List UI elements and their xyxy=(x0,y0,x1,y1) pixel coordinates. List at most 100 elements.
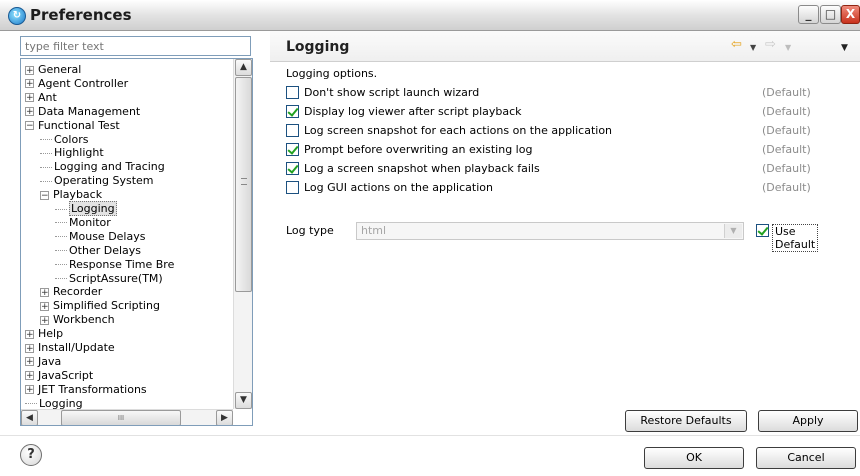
option-checkbox[interactable] xyxy=(286,181,299,194)
log-type-select[interactable]: html ▼ xyxy=(356,222,744,240)
tree-item[interactable]: + Workbench xyxy=(40,313,115,327)
close-button[interactable]: X xyxy=(841,5,860,24)
use-default-check[interactable] xyxy=(756,224,769,237)
tree-item[interactable]: Mouse Delays xyxy=(55,230,145,244)
tree-item[interactable]: + Ant xyxy=(25,91,57,105)
tree-item-label: Install/Update xyxy=(38,341,115,354)
tree-item-label: Highlight xyxy=(54,146,104,160)
hscroll-thumb[interactable]: III xyxy=(61,410,181,425)
forward-arrow-icon[interactable]: ⇨ xyxy=(765,38,776,52)
help-icon[interactable]: ? xyxy=(20,444,42,466)
expand-icon[interactable]: + xyxy=(25,79,34,89)
tree-item[interactable]: + Help xyxy=(25,327,63,341)
tree-item[interactable]: + Java xyxy=(25,355,61,369)
option-label: Log GUI actions on the application xyxy=(304,181,493,194)
option-checkbox[interactable] xyxy=(286,143,299,156)
option-row[interactable]: Prompt before overwriting an existing lo… xyxy=(286,142,846,158)
scroll-left-icon[interactable]: ◀ xyxy=(21,410,38,425)
preference-tree[interactable]: + General + Agent Controller + Ant + Data Manag… xyxy=(20,58,253,426)
tree-item[interactable]: Logging and Tracing xyxy=(40,160,165,174)
view-menu-icon[interactable]: ▼ xyxy=(841,41,848,55)
restore-defaults-button[interactable]: Restore Defaults xyxy=(625,410,747,432)
expand-icon[interactable]: + xyxy=(40,287,49,297)
tree-connector xyxy=(40,180,52,182)
expand-icon[interactable]: + xyxy=(25,329,34,339)
option-label: Display log viewer after script playback xyxy=(304,105,522,118)
tree-vertical-scrollbar[interactable]: ▲ ▼ xyxy=(233,59,252,409)
tree-connector xyxy=(40,166,52,168)
option-row[interactable]: Log a screen snapshot when playback fail… xyxy=(286,161,846,177)
tree-item-label: ScriptAssure(TM) xyxy=(69,271,163,285)
tree-item[interactable]: + General xyxy=(25,63,81,77)
tree-item[interactable]: ScriptAssure(TM) xyxy=(55,272,163,286)
collapse-icon[interactable]: − xyxy=(40,190,49,200)
title-bar[interactable]: ↻ Preferences _ □ X xyxy=(0,0,860,31)
tree-item[interactable]: + JavaScript xyxy=(25,369,93,383)
option-checkbox[interactable] xyxy=(286,162,299,175)
tree-item[interactable]: + Agent Controller xyxy=(25,77,128,91)
preference-page: Logging ⇦ ▼ ⇨ ▼ ▼ Logging options. Don't… xyxy=(270,31,860,435)
log-type-value: html xyxy=(361,224,387,237)
tree-item[interactable]: + Simplified Scripting xyxy=(40,299,160,313)
tree-item-label: Agent Controller xyxy=(38,76,129,90)
tree-item-label: Response Time Bre xyxy=(69,257,175,271)
collapse-icon[interactable]: − xyxy=(25,121,34,131)
tree-item[interactable]: Colors xyxy=(40,133,88,147)
chevron-down-icon[interactable]: ▼ xyxy=(724,224,742,238)
back-arrow-icon[interactable]: ⇦ xyxy=(731,38,742,52)
tree-item[interactable]: Logging xyxy=(55,201,117,216)
tree-connector xyxy=(55,264,67,266)
expand-icon[interactable]: + xyxy=(25,93,34,103)
tree-item[interactable]: Operating System xyxy=(40,174,154,188)
option-row[interactable]: Don't show script launch wizard (Default) xyxy=(286,85,846,101)
ok-button[interactable]: OK xyxy=(644,447,744,469)
scroll-down-icon[interactable]: ▼ xyxy=(235,392,252,409)
use-default-label: Use Default xyxy=(772,224,819,252)
close-icon: X xyxy=(845,7,856,21)
expand-icon[interactable]: + xyxy=(25,65,34,75)
expand-icon[interactable]: + xyxy=(25,371,34,381)
tree-item[interactable]: Highlight xyxy=(40,146,104,160)
tree-item[interactable]: Response Time Bre xyxy=(55,258,174,272)
expand-icon[interactable]: + xyxy=(40,315,49,325)
expand-icon[interactable]: + xyxy=(25,343,34,353)
tree-item[interactable]: Other Delays xyxy=(55,244,141,258)
option-default-indicator: (Default) xyxy=(762,162,811,175)
tree-connector xyxy=(55,250,67,252)
expand-icon[interactable]: + xyxy=(25,385,34,395)
option-row[interactable]: Log screen snapshot for each actions on … xyxy=(286,123,846,139)
forward-dropdown-icon[interactable]: ▼ xyxy=(785,41,791,55)
expand-icon[interactable]: + xyxy=(40,301,49,311)
minimize-button[interactable]: _ xyxy=(798,5,819,24)
option-checkbox[interactable] xyxy=(286,86,299,99)
tree-item-label: Logging and Tracing xyxy=(54,160,165,174)
log-type-label: Log type xyxy=(286,224,334,237)
section-label: Logging options. xyxy=(286,67,378,80)
tree-item[interactable]: + JET Transformations xyxy=(25,383,147,397)
tree-item[interactable]: − Playback xyxy=(40,188,102,202)
option-default-indicator: (Default) xyxy=(762,86,811,99)
option-checkbox[interactable] xyxy=(286,124,299,137)
scroll-right-icon[interactable]: ▶ xyxy=(216,410,233,425)
filter-input[interactable] xyxy=(20,36,251,56)
tree-item-label: General xyxy=(38,63,82,76)
tree-horizontal-scrollbar[interactable]: ◀ III ▶ xyxy=(21,409,233,425)
expand-icon[interactable]: + xyxy=(25,107,34,117)
dialog-button-bar: ? OK Cancel xyxy=(0,435,860,476)
option-row[interactable]: Display log viewer after script playback… xyxy=(286,104,846,120)
option-checkbox[interactable] xyxy=(286,105,299,118)
option-row[interactable]: Log GUI actions on the application (Defau… xyxy=(286,180,846,196)
cancel-button[interactable]: Cancel xyxy=(756,447,856,469)
tree-item[interactable]: + Install/Update xyxy=(25,341,115,355)
option-default-indicator: (Default) xyxy=(762,143,811,156)
scroll-thumb[interactable] xyxy=(235,77,252,292)
tree-item[interactable]: − Functional Test xyxy=(25,119,120,133)
maximize-button[interactable]: □ xyxy=(820,5,841,24)
scroll-up-icon[interactable]: ▲ xyxy=(235,59,252,76)
apply-button[interactable]: Apply xyxy=(758,410,858,432)
tree-item[interactable]: + Recorder xyxy=(40,285,102,299)
back-dropdown-icon[interactable]: ▼ xyxy=(750,41,756,55)
tree-item[interactable]: Monitor xyxy=(55,216,111,230)
tree-item[interactable]: + Data Management xyxy=(25,105,140,119)
expand-icon[interactable]: + xyxy=(25,357,34,367)
